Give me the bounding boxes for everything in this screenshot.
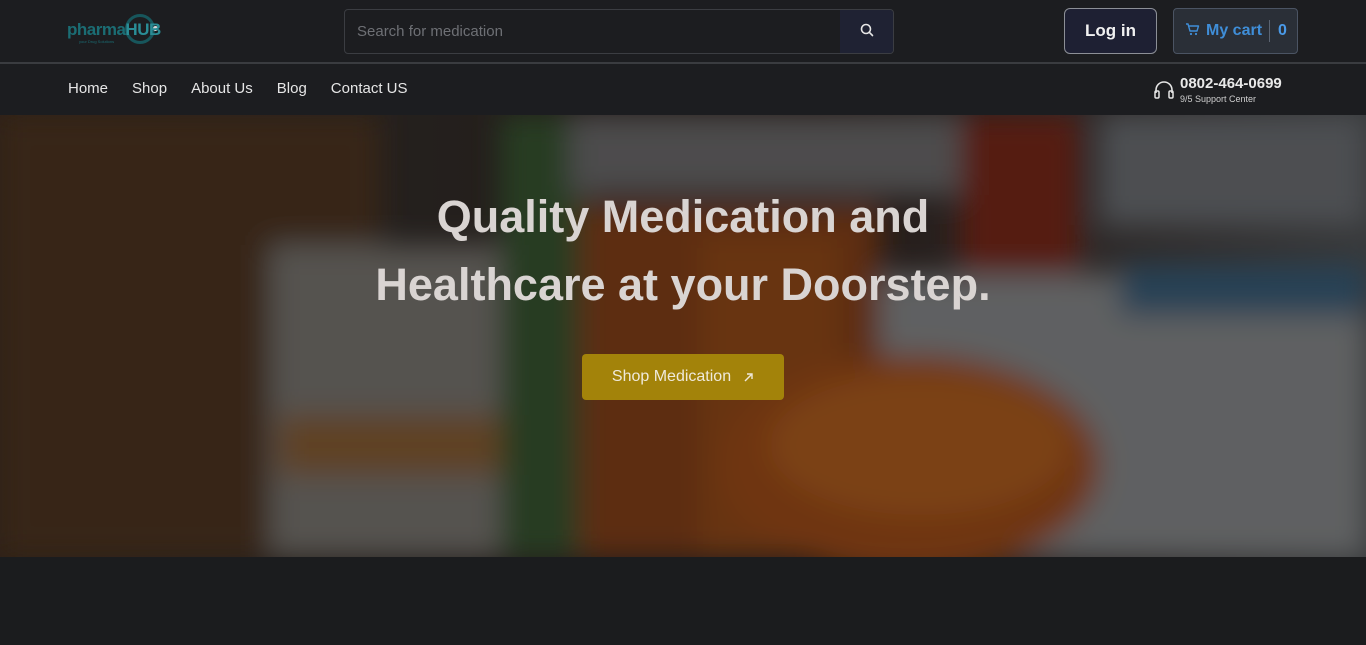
search-icon	[860, 23, 874, 40]
nav-item-shop[interactable]: Shop	[132, 80, 167, 97]
hero-background-image	[0, 115, 1366, 557]
support-caption: 9/5 Support Center	[1180, 94, 1257, 104]
main-navigation: Home Shop About Us Blog Contact US 0802-…	[0, 64, 1366, 115]
support-text: 0802-464-0699 9/5 Support Center	[1180, 75, 1282, 105]
logo-brand-primary: pharma	[67, 20, 126, 39]
support-phone[interactable]: 0802-464-0699	[1180, 75, 1282, 93]
cart-button[interactable]: My cart 0	[1173, 8, 1298, 54]
shop-medication-label: Shop Medication	[611, 368, 732, 385]
nav-item-contact-us[interactable]: Contact US	[331, 80, 408, 97]
hero-heading-line-1: Quality Medication and	[436, 191, 930, 242]
search-button[interactable]	[840, 10, 893, 53]
logo-brand-secondary: HUB	[125, 20, 161, 39]
pharmahub-logo[interactable]: pharmaHUB your Drug Solutions	[67, 12, 161, 48]
nav-item-blog[interactable]: Blog	[277, 80, 307, 97]
cart-divider	[1269, 20, 1271, 42]
logo-tagline: your Drug Solutions	[79, 39, 115, 44]
cart-count-badge: 0	[1278, 22, 1287, 39]
top-header: pharmaHUB your Drug Solutions Log in My …	[0, 0, 1366, 62]
nav-links: Home Shop About Us Blog Contact US	[68, 80, 432, 97]
headset-icon	[1154, 81, 1174, 103]
search-input[interactable]	[345, 10, 840, 53]
hero-heading: Quality Medication and Healthcare at you…	[183, 183, 1183, 319]
arrow-up-right-icon	[743, 372, 754, 383]
hero-banner: Quality Medication and Healthcare at you…	[0, 115, 1366, 557]
logo-text: pharmaHUB	[67, 20, 161, 40]
cart-icon	[1185, 22, 1200, 41]
shop-medication-button[interactable]: Shop Medication	[582, 354, 784, 400]
hero-heading-line-2: Healthcare at your Doorstep.	[375, 259, 991, 310]
nav-item-home[interactable]: Home	[68, 80, 108, 97]
cart-label: My cart	[1206, 22, 1263, 39]
support-contact: 0802-464-0699 9/5 Support Center	[1154, 75, 1282, 105]
nav-item-about-us[interactable]: About Us	[191, 80, 253, 97]
search-bar	[344, 9, 894, 54]
login-button[interactable]: Log in	[1064, 8, 1157, 54]
